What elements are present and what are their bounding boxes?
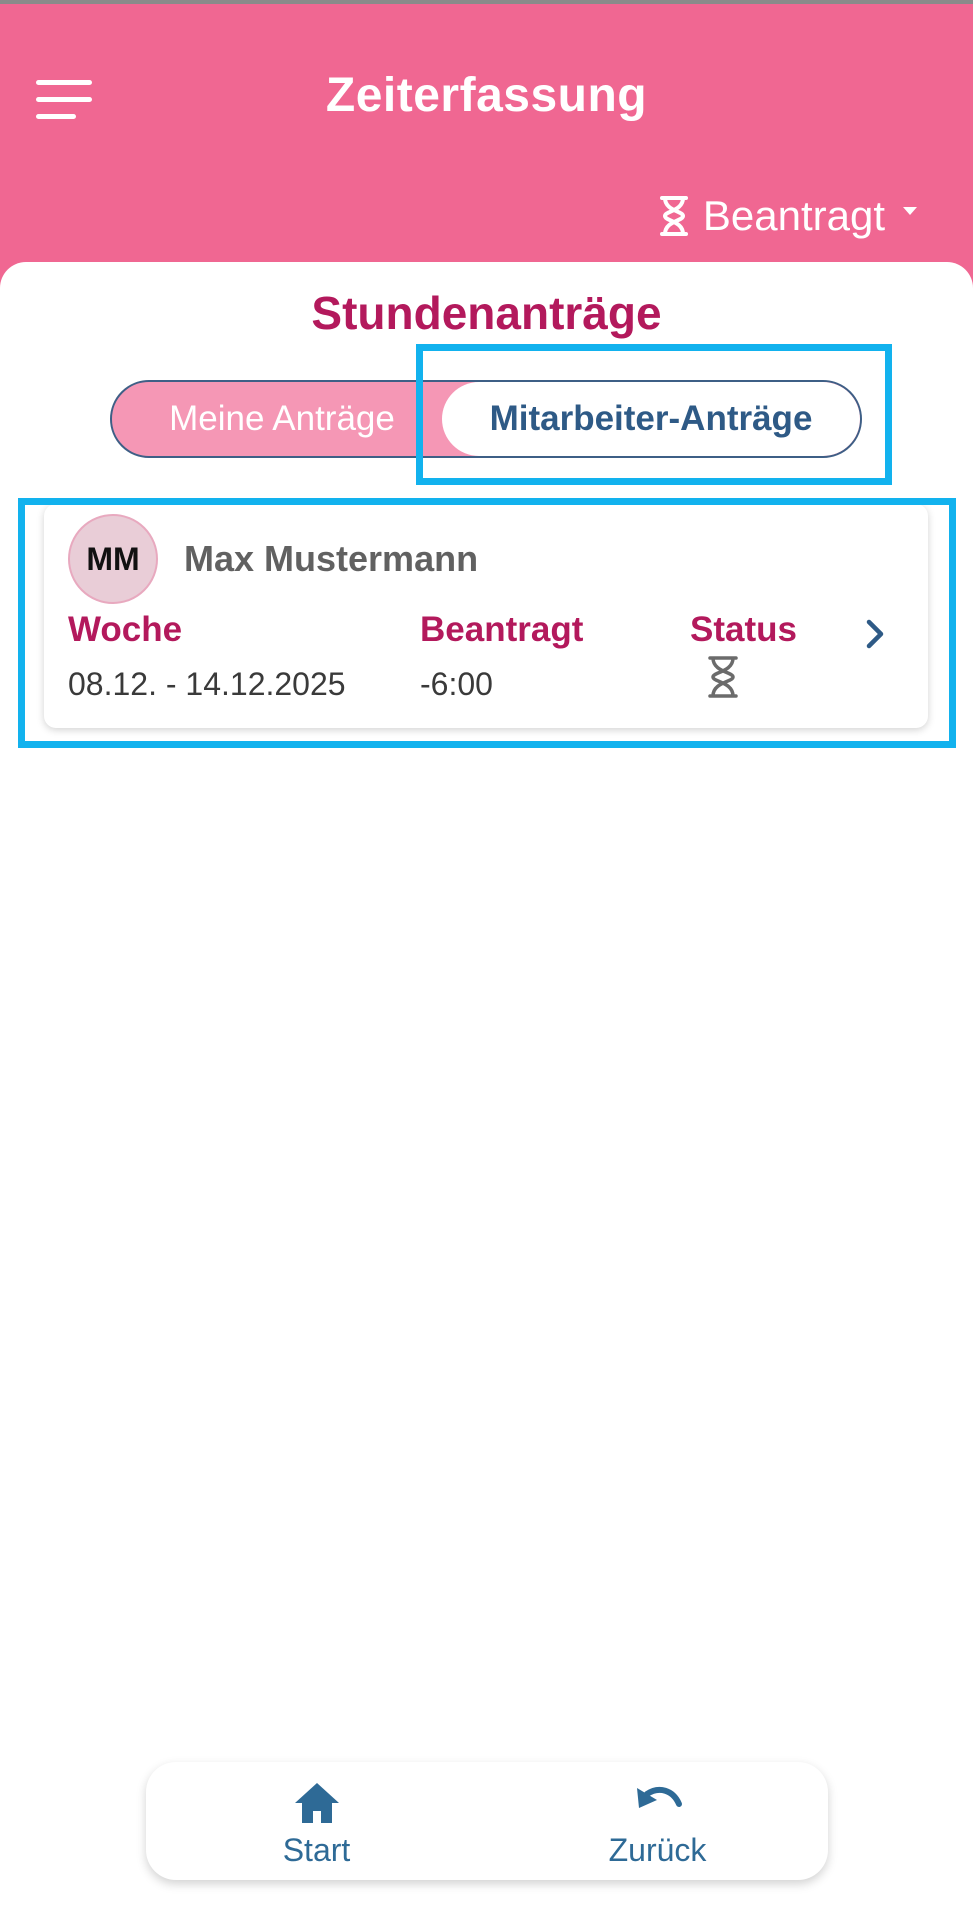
nav-start-label: Start — [282, 1832, 351, 1868]
app-title: Zeiterfassung — [325, 69, 648, 122]
avatar: MM — [68, 514, 158, 604]
status-label: Status — [690, 610, 797, 649]
nav-back-button[interactable]: Zurück — [487, 1762, 828, 1880]
page-title: Stundenanträge — [311, 287, 662, 339]
main-content: Stundenanträge Meine Anträge Mitarbeiter… — [0, 262, 973, 1920]
tab-my-requests[interactable]: Meine Anträge — [112, 382, 452, 456]
hourglass-icon — [659, 196, 688, 236]
week-label: Woche — [68, 610, 183, 649]
undo-icon — [636, 1786, 682, 1808]
requested-label: Beantragt — [420, 610, 584, 649]
status-filter-dropdown[interactable]: Beantragt — [659, 190, 917, 242]
chevron-down-icon — [903, 207, 917, 215]
request-card[interactable]: MM Max Mustermann Woche 08.12. - 14.12.2… — [44, 504, 928, 728]
app-header: Zeiterfassung Beantragt — [0, 4, 973, 304]
status-filter-label: Beantragt — [702, 192, 885, 239]
hourglass-icon — [708, 656, 738, 698]
bottom-navigation: Start Zurück — [146, 1762, 828, 1880]
tab-employee-requests[interactable]: Mitarbeiter-Anträge — [442, 382, 860, 456]
home-icon — [294, 1783, 339, 1823]
chevron-right-icon[interactable] — [860, 614, 890, 654]
nav-back-label: Zurück — [608, 1832, 707, 1868]
employee-name: Max Mustermann — [184, 538, 479, 579]
request-type-toggle: Meine Anträge Mitarbeiter-Anträge — [110, 380, 862, 458]
week-value: 08.12. - 14.12.2025 — [68, 666, 346, 702]
nav-start-button[interactable]: Start — [146, 1762, 487, 1880]
requested-value: -6:00 — [420, 666, 493, 702]
